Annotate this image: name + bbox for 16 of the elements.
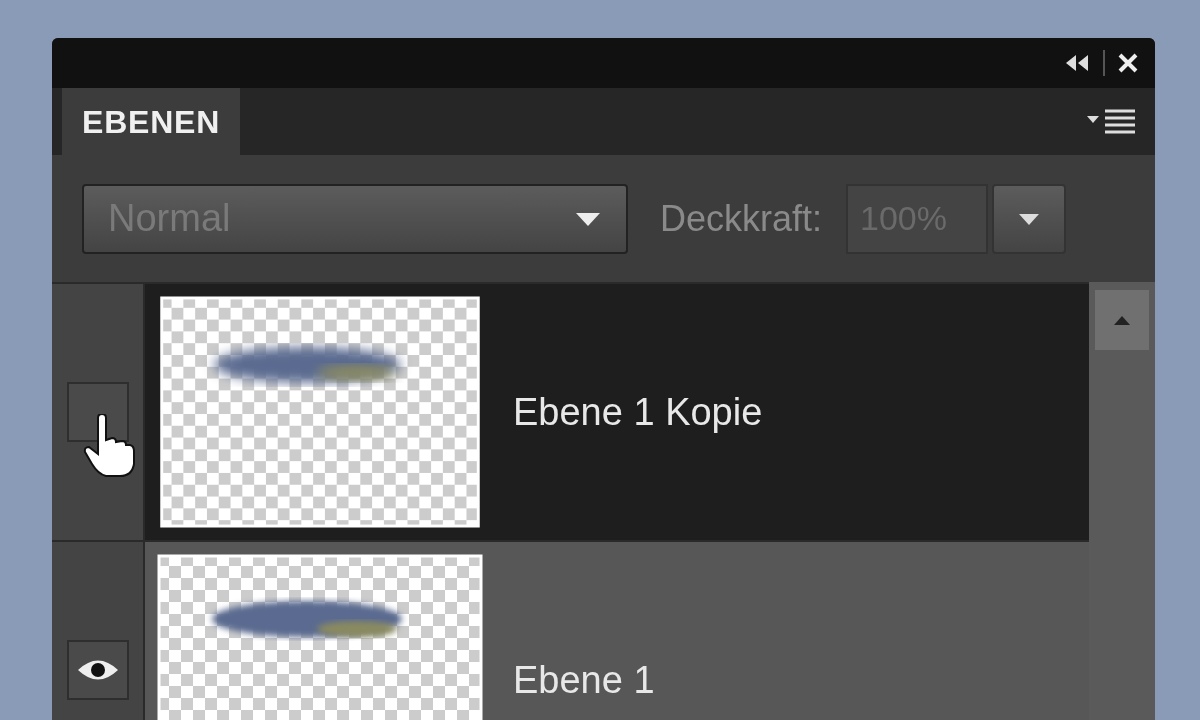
layer-name: Ebene 1 Kopie [513,389,763,435]
close-icon[interactable] [1117,52,1139,74]
opacity-dropdown-button[interactable] [992,183,1067,254]
up-arrow-icon [1112,314,1132,326]
visibility-toggle[interactable] [66,640,129,700]
dropdown-arrow-icon [574,210,602,227]
hand-cursor-icon [82,414,138,478]
visibility-toggle[interactable] [66,382,129,442]
dropdown-arrow-icon [1017,211,1042,226]
scrollbar[interactable] [1089,282,1155,720]
opacity-label: Deckkraft: [660,196,823,241]
layer-name: Ebene 1 [513,657,655,703]
layer-row[interactable]: Ebene 1 [52,540,1089,720]
scroll-up-button[interactable] [1095,290,1149,350]
layer-row[interactable]: Ebene 1 Kopie [52,282,1089,540]
panel-tab[interactable]: EBENEN [62,88,241,155]
